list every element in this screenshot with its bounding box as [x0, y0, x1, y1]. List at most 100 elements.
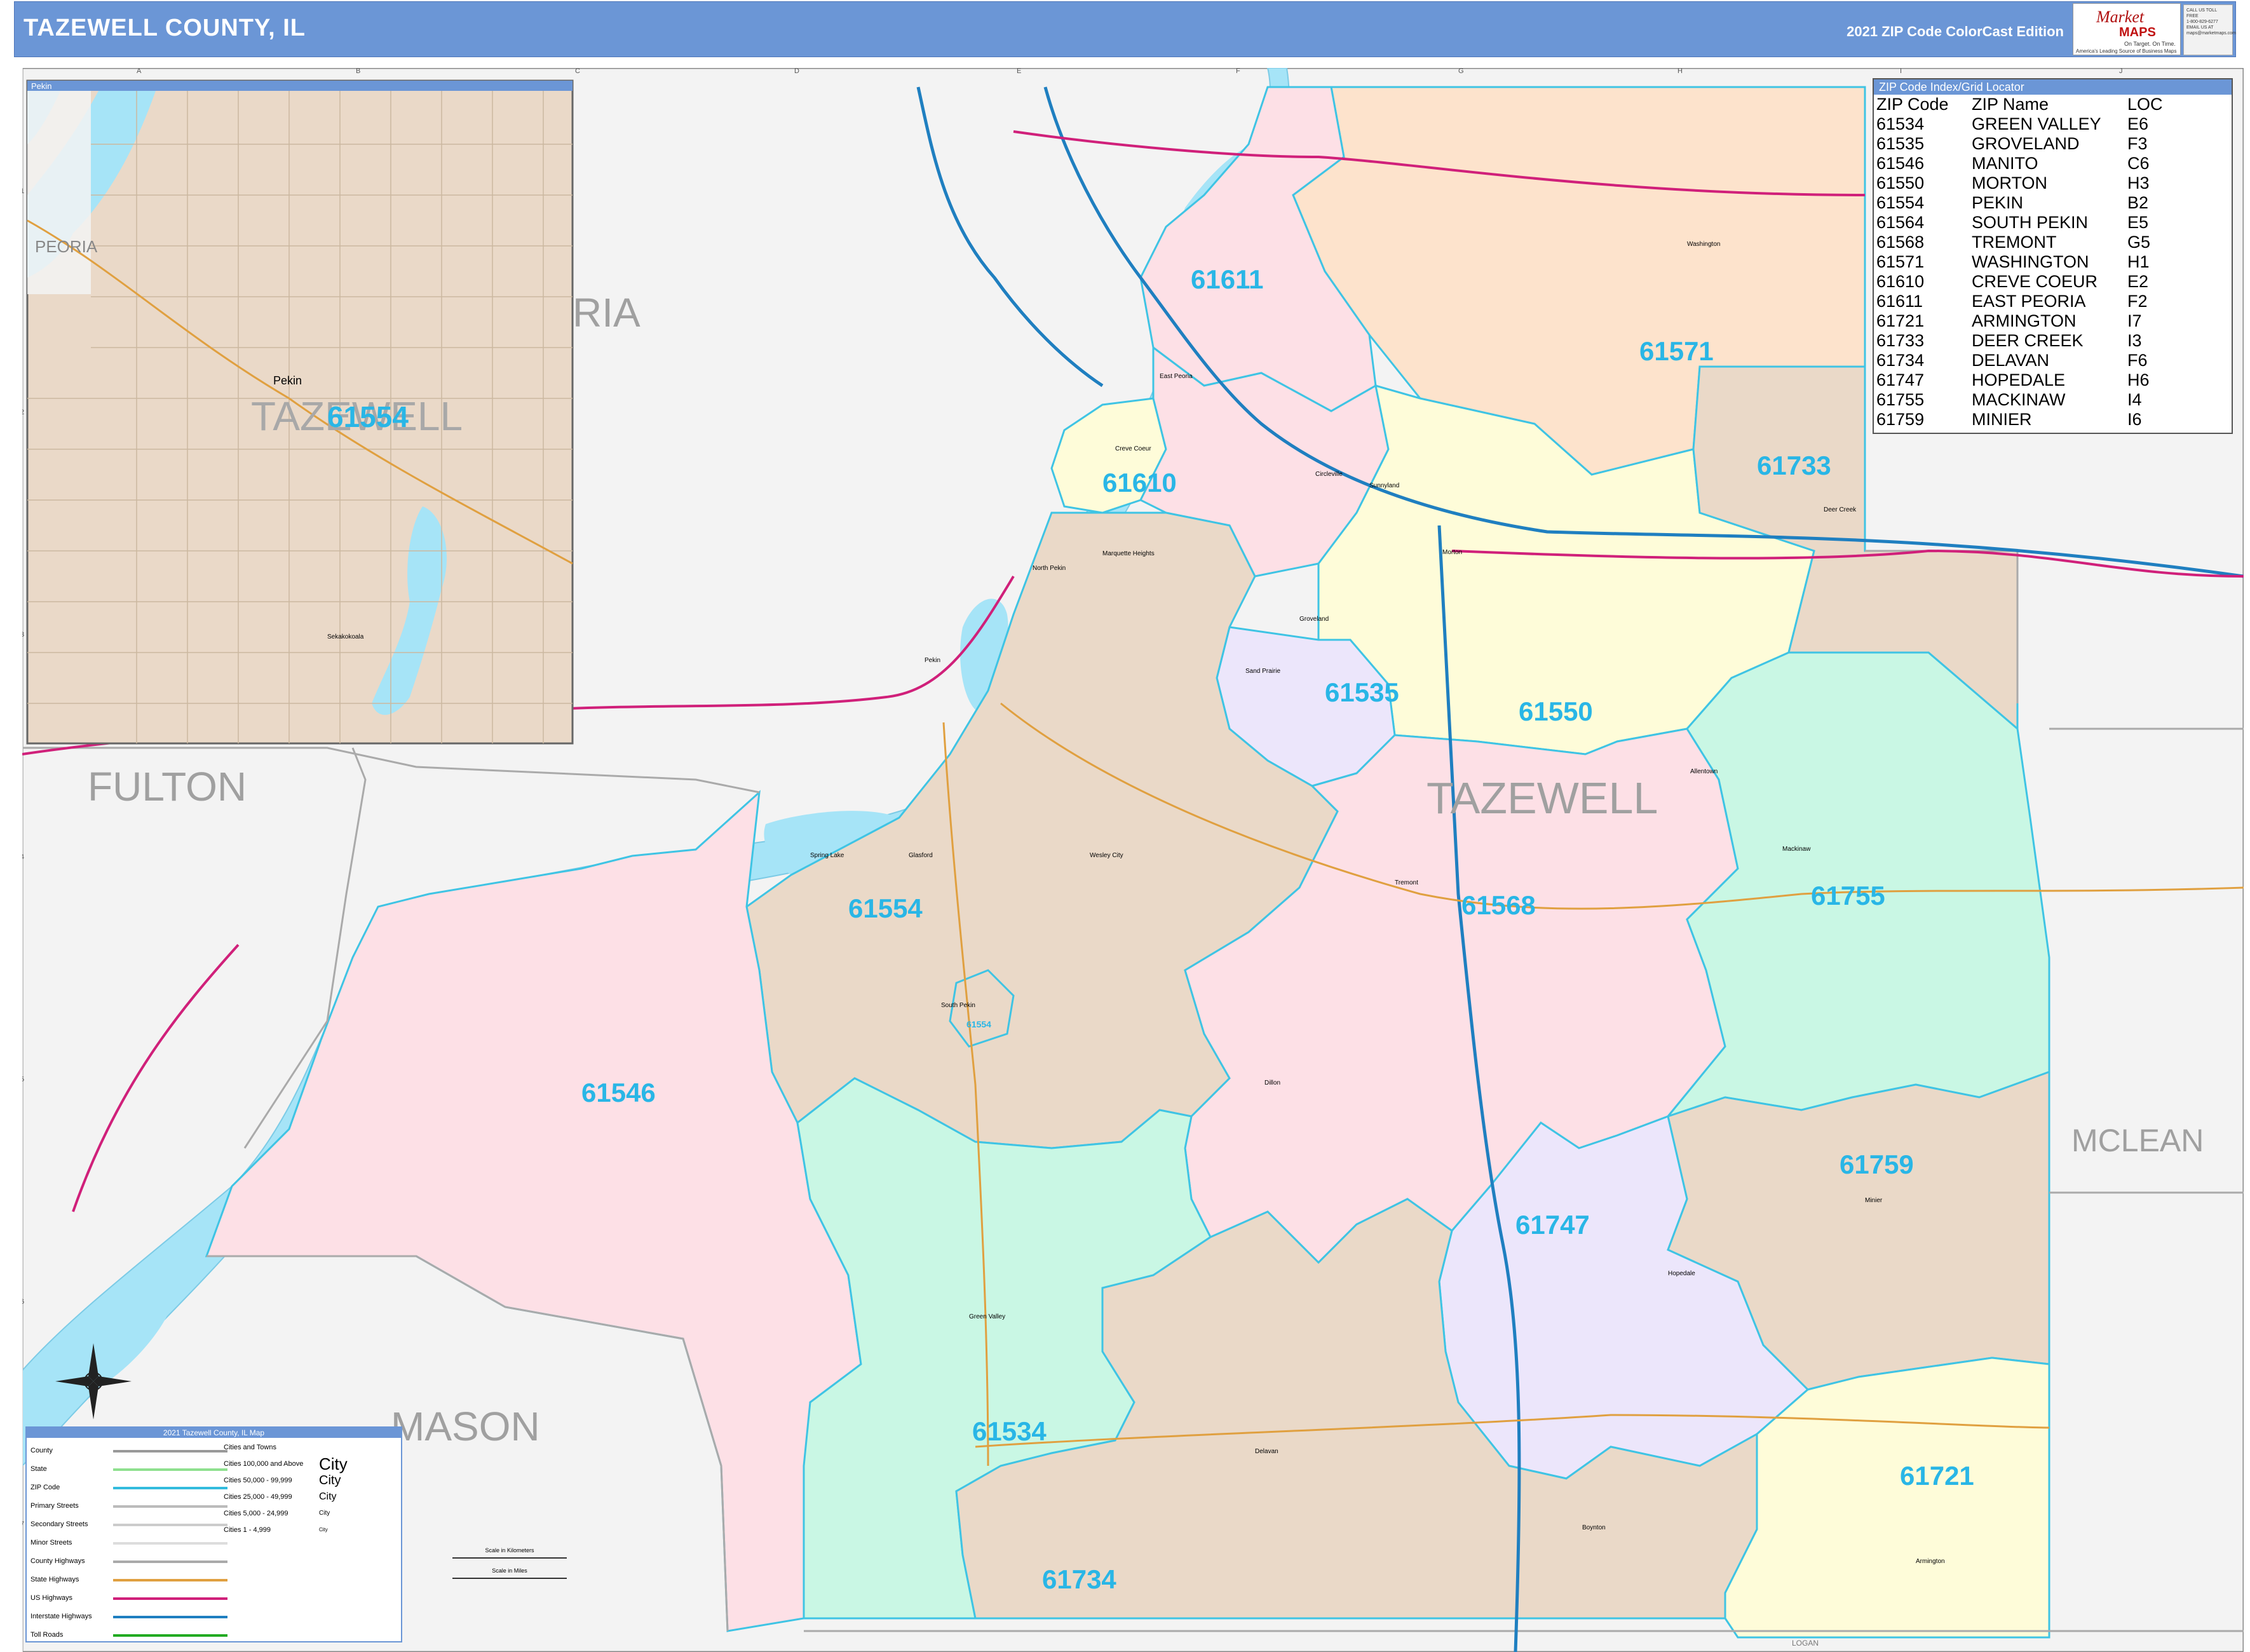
legend-item: Primary Streets: [30, 1497, 234, 1515]
zip-name-cell: MACKINAW: [1972, 390, 2066, 409]
town-label: Circleville: [1315, 471, 1343, 478]
zip-index-row: 61721 ARMINGTON I7: [1874, 311, 2232, 331]
cities-title: Cities and Towns: [224, 1444, 276, 1451]
zip-label: 61546: [581, 1078, 656, 1107]
legend-swatch: [113, 1542, 227, 1545]
inset-title: Pekin: [31, 81, 52, 91]
legend-city-class: Cities 5,000 - 24,999 City: [224, 1505, 395, 1522]
title-bar: TAZEWELL COUNTY, IL 2021 ZIP Code ColorC…: [14, 1, 2236, 57]
legend-city-label: Cities 1 - 4,999: [224, 1526, 271, 1534]
legend-item: Toll Roads: [30, 1626, 234, 1644]
zip-index-row: 61571 WASHINGTON H1: [1874, 252, 2232, 272]
town-label: Minier: [1865, 1197, 1883, 1204]
town-label: Green Valley: [969, 1313, 1005, 1320]
legend-swatch: [113, 1505, 227, 1508]
legend-item: County: [30, 1442, 234, 1460]
legend-item-label: ZIP Code: [30, 1484, 60, 1491]
loc-cell: H3: [2127, 173, 2150, 193]
zip-code-cell: 61610: [1876, 272, 1925, 291]
grid-col-label: G: [1458, 68, 1464, 75]
grid-col-label: H: [1677, 68, 1683, 75]
zip-label-small: 61554: [966, 1019, 991, 1029]
zip-code-cell: 61550: [1876, 173, 1925, 193]
zip-index-row: 61564 SOUTH PEKIN E5: [1874, 213, 2232, 233]
town-label: Deer Creek: [1824, 506, 1857, 513]
inset-zip-label: 61554: [327, 400, 409, 433]
header-zip-code: ZIP Code: [1876, 95, 1949, 114]
town-label: North Pekin: [1033, 565, 1066, 572]
town-label: Mackinaw: [1782, 846, 1811, 853]
zip-code-cell: 61568: [1876, 233, 1925, 252]
legend-item: Minor Streets: [30, 1534, 234, 1552]
zip-name-cell: ARMINGTON: [1972, 311, 2077, 330]
legend-item-label: County Highways: [30, 1557, 85, 1565]
map-title: TAZEWELL COUNTY, IL: [24, 15, 306, 41]
town-label: Washington: [1687, 241, 1720, 248]
zip-index-row: 61534 GREEN VALLEY E6: [1874, 114, 2232, 134]
zip-label: 61611: [1191, 264, 1263, 294]
grid-col-label: J: [2119, 68, 2123, 75]
legend-line-items: County State ZIP Code Primary Streets Second…: [30, 1442, 234, 1644]
loc-cell: F3: [2127, 134, 2148, 153]
town-label: Marquette Heights: [1102, 550, 1155, 557]
town-label: Pekin: [925, 657, 940, 664]
zip-index-row: 61611 EAST PEORIA F2: [1874, 292, 2232, 311]
zip-index-header: ZIP Code ZIP Name LOC: [1874, 95, 2232, 114]
legend-swatch: [113, 1616, 227, 1618]
county-label-mason: MASON: [391, 1404, 540, 1449]
legend-swatch: [113, 1450, 227, 1452]
legend-item: Secondary Streets: [30, 1515, 234, 1534]
loc-cell: I6: [2127, 410, 2142, 429]
legend-item: Interstate Highways: [30, 1608, 234, 1626]
zip-name-cell: PEKIN: [1972, 193, 2024, 212]
map-legend-title: 2021 Tazewell County, IL Map: [27, 1428, 401, 1438]
zip-label: 61550: [1519, 696, 1593, 726]
loc-cell: E6: [2127, 114, 2149, 133]
zip-index-title: ZIP Code Index/Grid Locator: [1874, 79, 2232, 95]
zip-code-cell: 61755: [1876, 390, 1925, 409]
zip-index-row: 61733 DEER CREEK I3: [1874, 331, 2232, 351]
zip-index-row: 61550 MORTON H3: [1874, 173, 2232, 193]
map-legend: 2021 Tazewell County, IL Map County State…: [25, 1426, 567, 1644]
logo-tagline: On Target. On Time.: [2124, 41, 2176, 47]
inset-pekin-label: Pekin: [273, 374, 302, 387]
zip-code-cell: 61534: [1876, 114, 1925, 133]
county-label-fulton: FULTON: [88, 764, 247, 809]
legend-item-label: Primary Streets: [30, 1502, 79, 1510]
legend-city-label: Cities 5,000 - 24,999: [224, 1510, 288, 1517]
legend-item-label: US Highways: [30, 1594, 73, 1602]
zip-code-cell: 61554: [1876, 193, 1925, 212]
legend-item: State: [30, 1460, 234, 1479]
legend-swatch: [113, 1524, 227, 1526]
legend-item-label: Minor Streets: [30, 1539, 72, 1547]
town-label: Spring Lake: [810, 852, 844, 859]
zip-index-row: 61747 HOPEDALE H6: [1874, 370, 2232, 390]
grid-col-label: A: [137, 68, 142, 75]
town-label: Armington: [1916, 1558, 1945, 1565]
legend-city-class: Cities 25,000 - 49,999 City: [224, 1489, 395, 1505]
zip-index-row: 61554 PEKIN B2: [1874, 193, 2232, 213]
logo-maps: MAPS: [2119, 25, 2156, 39]
legend-cities: Cities and Towns Cities 100,000 and Abov…: [224, 1439, 567, 1579]
grid-row-label: 5: [22, 1076, 24, 1083]
zip-name-cell: WASHINGTON: [1972, 252, 2089, 271]
contact-box: CALL US TOLL FREE 1-800-829-6277 EMAIL U…: [2183, 4, 2236, 55]
loc-cell: I4: [2127, 390, 2142, 409]
logo-brand: Market: [2096, 8, 2145, 26]
legend-item: US Highways: [30, 1589, 234, 1608]
zip-name-cell: HOPEDALE: [1972, 370, 2066, 389]
legend-swatch: [113, 1561, 227, 1563]
town-label: Dillon: [1264, 1080, 1280, 1087]
zip-name-cell: MORTON: [1972, 173, 2048, 193]
zip-label: 61534: [972, 1416, 1047, 1446]
zip-index-row: 61610 CREVE COEUR E2: [1874, 272, 2232, 292]
zip-code-cell: 61721: [1876, 311, 1925, 330]
town-label: Groveland: [1299, 616, 1329, 623]
zip-label: 61734: [1042, 1564, 1116, 1594]
legend-swatch: [113, 1468, 227, 1471]
zip-index-row: 61546 MANITO C6: [1874, 154, 2232, 173]
header-loc: LOC: [2127, 95, 2163, 114]
legend-item-label: County: [30, 1447, 53, 1454]
loc-cell: B2: [2127, 193, 2149, 212]
grid-row-label: 1: [22, 187, 24, 195]
